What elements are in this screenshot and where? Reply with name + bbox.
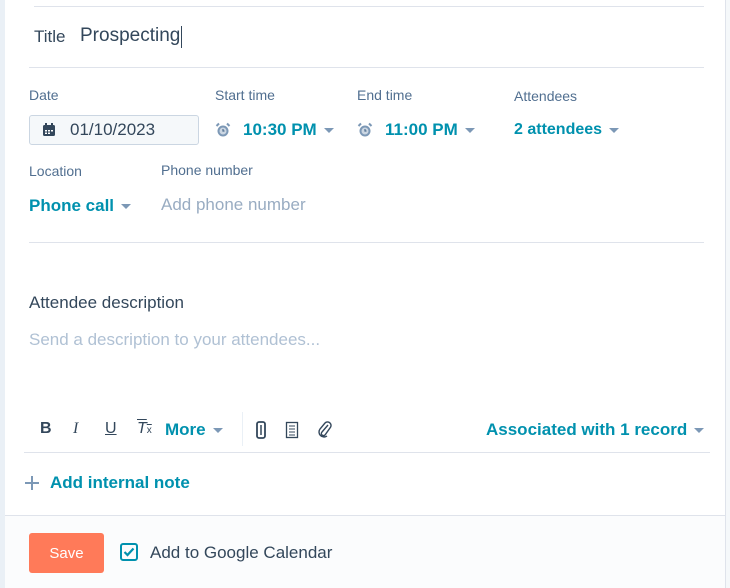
associations-dropdown[interactable]: Associated with 1 record bbox=[486, 420, 705, 440]
location-dropdown[interactable]: Phone call bbox=[29, 196, 132, 216]
add-internal-note-button[interactable]: Add internal note bbox=[24, 473, 190, 493]
google-calendar-label[interactable]: Add to Google Calendar bbox=[150, 543, 332, 563]
end-time-dropdown[interactable]: 11:00 PM bbox=[357, 120, 475, 140]
checkmark-icon bbox=[123, 547, 135, 557]
date-input[interactable]: 01/10/2023 bbox=[29, 115, 199, 145]
location-divider bbox=[29, 242, 704, 243]
snippet-icon[interactable] bbox=[255, 421, 267, 439]
top-divider bbox=[34, 6, 704, 7]
title-label: Title bbox=[34, 27, 66, 46]
text-caret bbox=[181, 25, 183, 48]
toolbar-divider-bottom bbox=[24, 452, 710, 453]
title-value[interactable]: Prospecting bbox=[80, 25, 180, 46]
end-time-value: 11:00 PM bbox=[385, 120, 458, 139]
date-label: Date bbox=[29, 87, 59, 103]
clear-format-x: x bbox=[146, 425, 152, 436]
document-icon[interactable] bbox=[285, 421, 299, 439]
calendar-icon bbox=[43, 123, 55, 136]
scrollbar-track[interactable] bbox=[725, 0, 730, 588]
start-time-value: 10:30 PM bbox=[243, 120, 317, 139]
add-internal-note-label: Add internal note bbox=[50, 473, 190, 492]
meeting-form-panel: Title Prospecting Date 01/10/2023 Start … bbox=[5, 0, 726, 588]
chevron-down-icon bbox=[212, 427, 223, 433]
attendees-value: 2 attendees bbox=[514, 121, 603, 138]
underline-button[interactable]: U bbox=[105, 420, 117, 438]
attendees-dropdown[interactable]: 2 attendees bbox=[514, 121, 620, 139]
start-time-label: Start time bbox=[215, 87, 275, 103]
toolbar-divider bbox=[242, 412, 243, 446]
plus-icon bbox=[25, 476, 39, 490]
chevron-down-icon bbox=[609, 127, 620, 133]
bold-button[interactable]: B bbox=[40, 420, 52, 438]
phone-number-input[interactable]: Add phone number bbox=[161, 195, 306, 215]
chevron-down-icon bbox=[694, 427, 705, 433]
italic-button[interactable]: I bbox=[73, 420, 78, 438]
title-divider bbox=[29, 67, 704, 68]
date-value: 01/10/2023 bbox=[70, 120, 156, 139]
alarm-clock-icon bbox=[215, 122, 231, 137]
end-time-label: End time bbox=[357, 87, 413, 103]
attendee-description-input[interactable]: Send a description to your attendees... bbox=[29, 330, 320, 350]
chevron-down-icon bbox=[464, 127, 475, 133]
save-button[interactable]: Save bbox=[29, 533, 104, 573]
chevron-down-icon bbox=[323, 127, 334, 133]
alarm-clock-icon bbox=[357, 122, 373, 137]
associations-label: Associated with 1 record bbox=[486, 420, 688, 439]
attachment-icon[interactable] bbox=[317, 420, 333, 438]
location-value: Phone call bbox=[29, 196, 115, 215]
footer bbox=[5, 516, 725, 588]
phone-number-label: Phone number bbox=[161, 162, 253, 178]
chevron-down-icon bbox=[121, 203, 132, 209]
clear-formatting-button[interactable]: Tx bbox=[137, 420, 152, 438]
more-formatting-dropdown[interactable]: More bbox=[165, 420, 223, 440]
attendee-description-label: Attendee description bbox=[29, 293, 184, 312]
more-label: More bbox=[165, 420, 206, 439]
title-field[interactable]: Prospecting bbox=[80, 25, 183, 48]
attendees-label: Attendees bbox=[514, 88, 578, 104]
google-calendar-checkbox[interactable] bbox=[120, 543, 138, 561]
clear-format-icon: T bbox=[137, 420, 147, 437]
start-time-dropdown[interactable]: 10:30 PM bbox=[215, 120, 334, 140]
location-label: Location bbox=[29, 163, 82, 179]
